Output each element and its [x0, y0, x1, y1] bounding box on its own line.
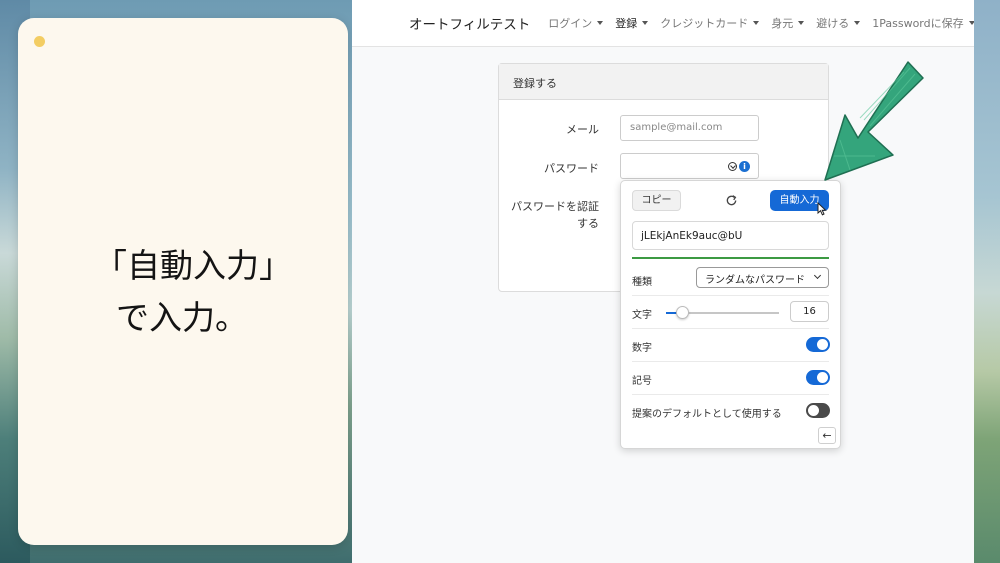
numbers-row: 数字: [632, 329, 830, 362]
characters-row: 文字 16: [632, 296, 829, 329]
refresh-icon[interactable]: [725, 194, 738, 207]
nav-item-credit-card[interactable]: クレジットカード: [660, 15, 760, 31]
email-field[interactable]: sample@mail.com: [620, 115, 759, 141]
caret-down-icon: [642, 21, 649, 25]
default-label: 提案のデフォルトとして使用する: [632, 409, 782, 420]
email-label: メール: [566, 123, 599, 136]
desktop-background-right: [970, 0, 1000, 563]
type-select-value: ランダムなパスワード: [705, 275, 805, 286]
chevron-down-icon[interactable]: [728, 162, 737, 171]
type-select[interactable]: ランダムなパスワード: [696, 267, 829, 288]
toggle-knob: [808, 405, 819, 416]
toggle-knob: [817, 339, 828, 350]
nav-item-register[interactable]: 登録: [615, 15, 649, 31]
type-row: 種類 ランダムなパスワード: [632, 263, 829, 296]
nav-item-label: クレジットカード: [660, 17, 749, 30]
caption-dot-icon: [34, 36, 45, 47]
default-toggle[interactable]: [806, 403, 830, 418]
caption-text: 「自動入力」 で入力。: [86, 240, 336, 344]
nav-item-save-1password[interactable]: 1Passwordに保存: [872, 15, 974, 31]
password-label: パスワード: [544, 162, 599, 175]
password-generator-popup: コピー 自動入力 jLEkjAnEk9auc@bU 種類 ランダムなパスワード …: [620, 180, 841, 449]
navbar-brand[interactable]: オートフィルテスト: [409, 13, 530, 33]
generated-password-field[interactable]: jLEkjAnEk9auc@bU: [632, 221, 829, 250]
type-label: 種類: [632, 277, 652, 288]
caption-card: 「自動入力」 で入力。: [18, 18, 348, 545]
confirm-label-line1: パスワードを認証: [511, 200, 599, 213]
nav-item-label: 身元: [771, 17, 794, 30]
navbar: オートフィルテスト ログイン 登録 クレジットカード 身元 避ける 1Passw…: [352, 0, 974, 47]
caret-down-icon: [597, 21, 604, 25]
confirm-label-line2: する: [577, 217, 599, 230]
caption-line-1: 「自動入力」: [94, 246, 292, 285]
length-input[interactable]: 16: [790, 301, 829, 322]
nav-item-avoid[interactable]: 避ける: [816, 15, 861, 31]
arrow-pointer-icon: [824, 61, 924, 181]
password-field[interactable]: i: [620, 153, 759, 179]
confirm-password-label: パスワードを認証 する: [499, 198, 599, 232]
caret-down-icon: [753, 21, 760, 25]
symbols-row: 記号: [632, 362, 830, 395]
nav-item-label: 登録: [615, 17, 638, 30]
cursor-icon: [817, 202, 827, 216]
characters-label: 文字: [632, 310, 652, 321]
length-slider[interactable]: [666, 306, 779, 319]
toggle-knob: [817, 372, 828, 383]
caret-down-icon: [968, 21, 974, 25]
password-field-icons: i: [728, 161, 750, 172]
nav-item-login[interactable]: ログイン: [548, 15, 604, 31]
symbols-label: 記号: [632, 376, 652, 387]
chevron-down-icon: [813, 271, 822, 280]
numbers-toggle[interactable]: [806, 337, 830, 352]
nav-item-identity[interactable]: 身元: [771, 15, 805, 31]
nav-item-label: 避ける: [816, 17, 850, 30]
caret-down-icon: [798, 21, 805, 25]
copy-button[interactable]: コピー: [632, 190, 681, 211]
password-strength-bar: [632, 257, 829, 259]
caption-line-2: で入力。: [116, 298, 248, 337]
info-icon[interactable]: i: [739, 161, 750, 172]
symbols-toggle[interactable]: [806, 370, 830, 385]
numbers-label: 数字: [632, 343, 652, 354]
length-slider-thumb[interactable]: [676, 306, 689, 319]
nav-item-label: 1Passwordに保存: [872, 17, 964, 30]
form-card-header: 登録する: [499, 64, 828, 100]
back-arrow-icon[interactable]: ←: [818, 427, 836, 444]
caret-down-icon: [854, 21, 861, 25]
default-row: 提案のデフォルトとして使用する: [632, 395, 830, 428]
nav-item-label: ログイン: [548, 17, 593, 30]
